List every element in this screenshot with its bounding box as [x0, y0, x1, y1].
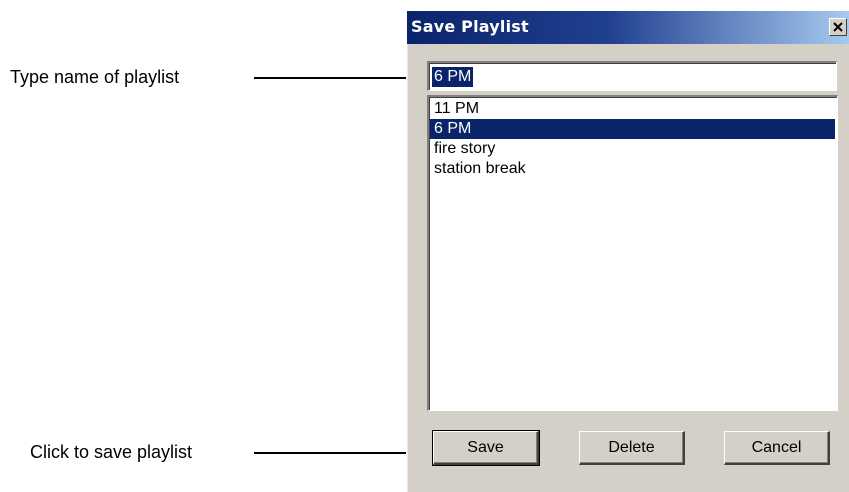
callout-type-name-line: [254, 77, 418, 79]
list-item[interactable]: 11 PM: [430, 99, 835, 119]
close-icon: [833, 22, 843, 32]
playlist-name-value: 6 PM: [432, 67, 474, 87]
callout-save-line: [254, 452, 429, 454]
title-bar[interactable]: Save Playlist: [407, 11, 849, 44]
callout-save-label: Click to save playlist: [30, 442, 193, 462]
delete-button[interactable]: Delete: [579, 431, 685, 465]
list-item[interactable]: station break: [430, 159, 835, 179]
save-button[interactable]: Save: [432, 430, 540, 466]
list-item-selected[interactable]: 6 PM: [430, 119, 835, 139]
cancel-button[interactable]: Cancel: [724, 431, 830, 465]
close-button[interactable]: [829, 18, 847, 36]
save-playlist-dialog: Save Playlist 6 PM 11 PM 6 PM fire story…: [406, 10, 849, 492]
callout-type-name-label: Type name of playlist: [10, 67, 180, 87]
dialog-title: Save Playlist: [411, 17, 529, 36]
list-item[interactable]: fire story: [430, 139, 835, 159]
playlist-name-input[interactable]: 6 PM: [427, 61, 837, 91]
playlist-listbox[interactable]: 11 PM 6 PM fire story station break: [427, 95, 838, 411]
